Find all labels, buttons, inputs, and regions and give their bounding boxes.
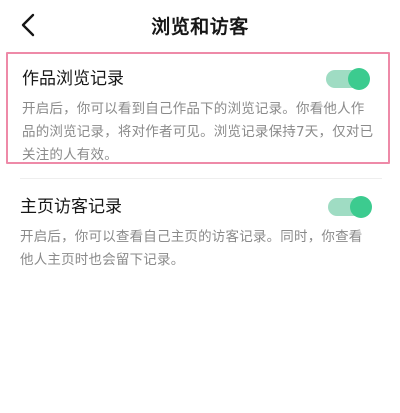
setting-description: 开启后，你可以看到自己作品下的浏览记录。你看他人作品的浏览记录，将对作者可见。浏… — [22, 101, 374, 163]
nav-bar: 浏览和访客 — [0, 0, 400, 50]
profile-visitor-record-toggle[interactable] — [328, 196, 372, 218]
work-browse-record-setting: 作品浏览记录 开启后，你可以看到自己作品下的浏览记录。你看他人作品的浏览记录，将… — [6, 52, 390, 164]
toggle-knob — [348, 68, 370, 90]
setting-title: 作品浏览记录 — [22, 69, 124, 89]
setting-description: 开启后，你可以查看自己主页的访客记录。同时，你查看他人主页时也会留下记录。 — [20, 229, 363, 268]
work-browse-record-toggle[interactable] — [326, 68, 370, 90]
toggle-knob — [350, 196, 372, 218]
profile-visitor-record-setting: 主页访客记录 开启后，你可以查看自己主页的访客记录。同时，你查看他人主页时也会留… — [6, 192, 390, 272]
setting-header: 作品浏览记录 — [22, 66, 374, 92]
divider — [20, 178, 382, 179]
setting-title: 主页访客记录 — [20, 197, 122, 217]
page-title: 浏览和访客 — [151, 16, 249, 38]
setting-header: 主页访客记录 — [20, 194, 376, 220]
